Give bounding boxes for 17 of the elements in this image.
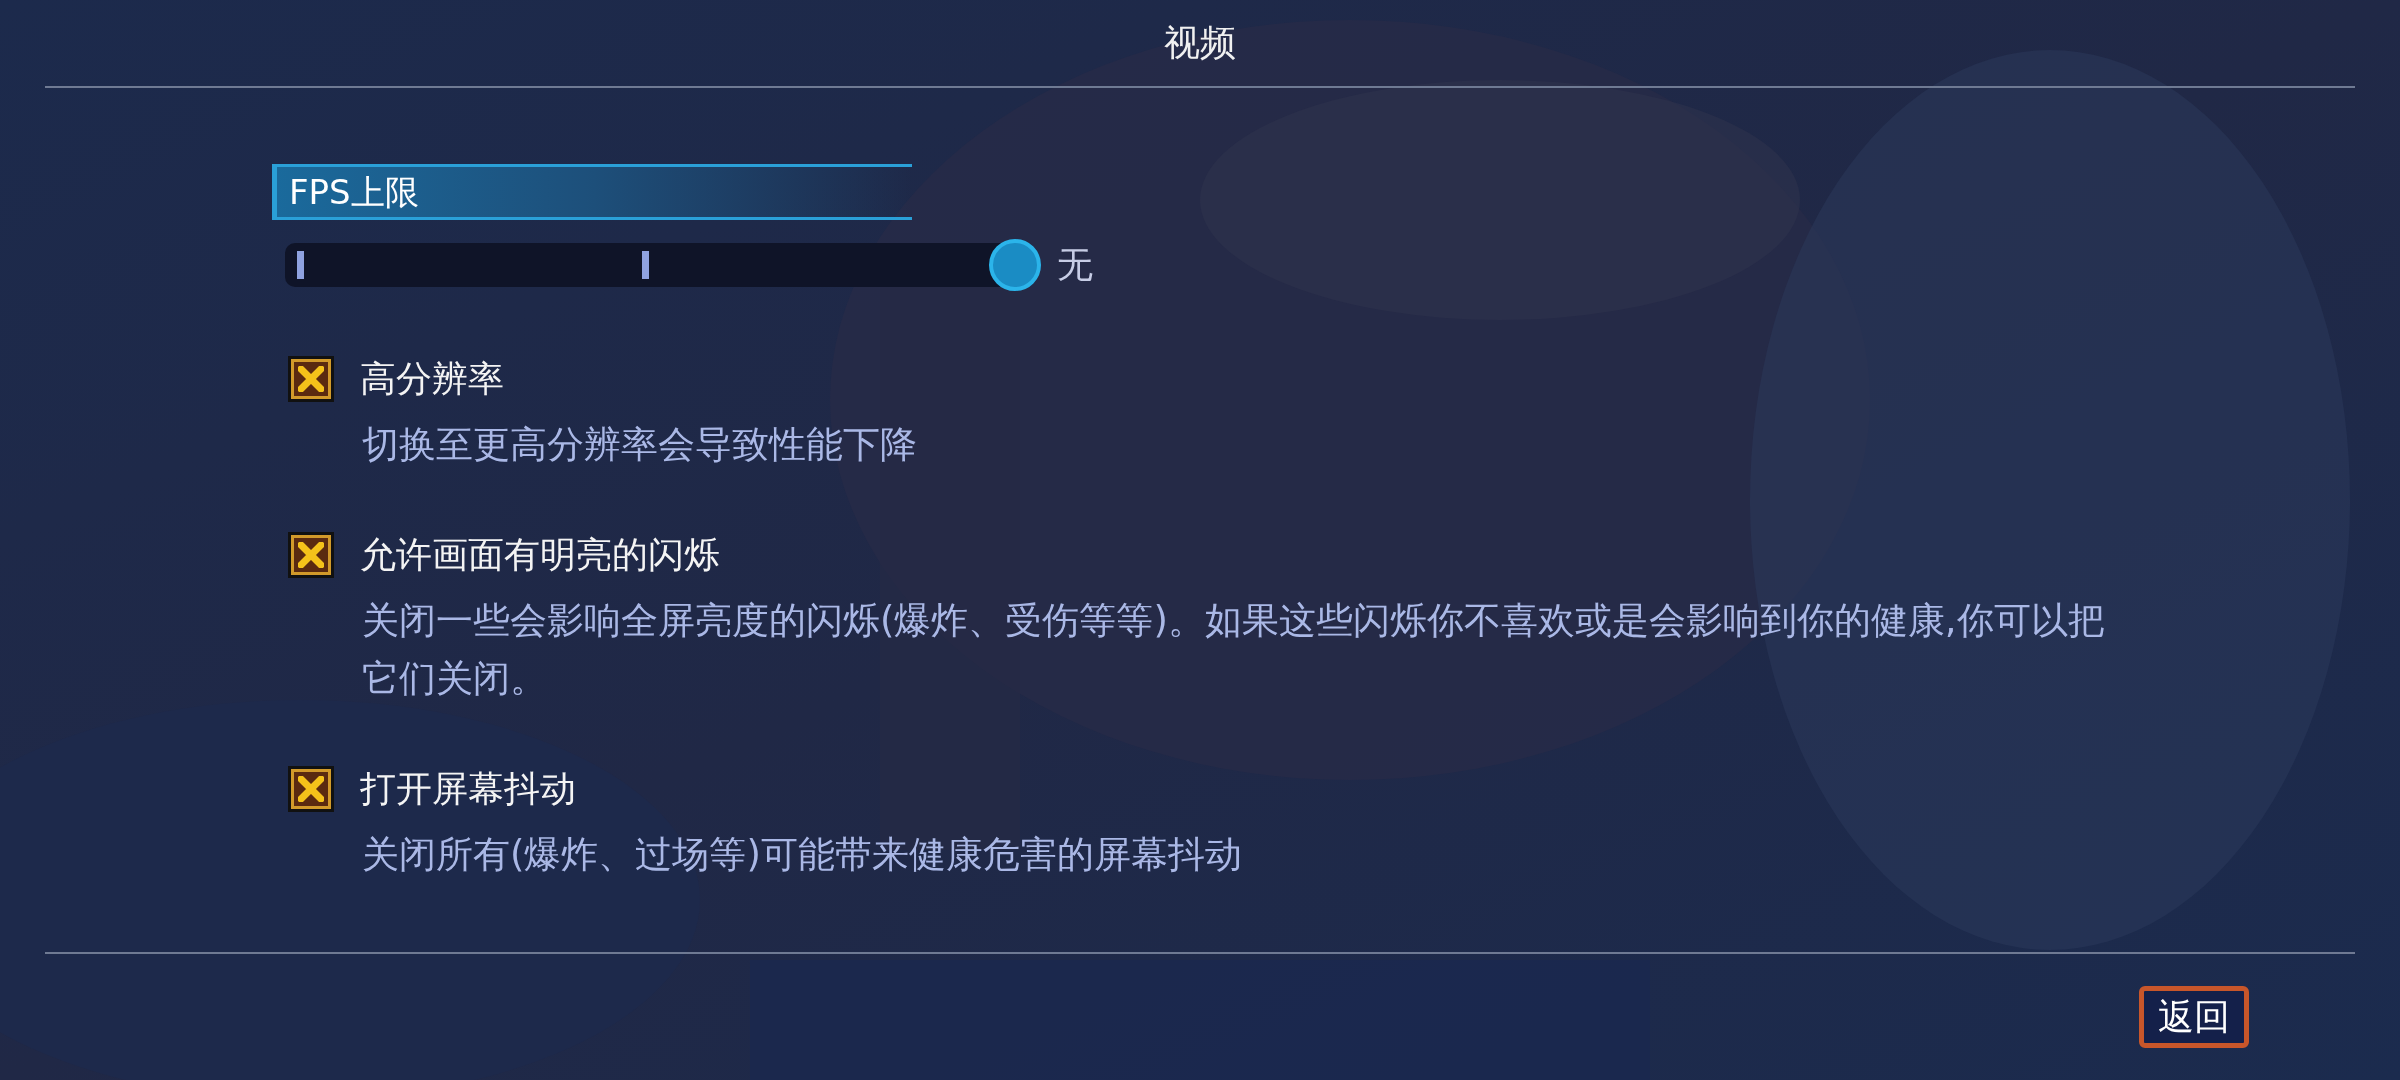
back-button[interactable]: 返回 bbox=[2139, 986, 2249, 1048]
cross-icon bbox=[298, 366, 324, 392]
checkbox[interactable] bbox=[288, 532, 334, 578]
option-description: 切换至更高分辨率会导致性能下降 bbox=[362, 422, 918, 468]
option-label: 高分辨率 bbox=[360, 357, 504, 401]
cross-icon bbox=[298, 542, 324, 568]
option-label: 允许画面有明亮的闪烁 bbox=[360, 533, 720, 577]
checkbox[interactable] bbox=[288, 356, 334, 402]
option-label: 打开屏幕抖动 bbox=[360, 767, 576, 811]
setting-label: FPS上限 bbox=[289, 170, 419, 214]
checkbox[interactable] bbox=[288, 766, 334, 812]
slider[interactable] bbox=[285, 239, 1041, 291]
page-title: 视频 bbox=[1164, 21, 1236, 65]
option-description: 关闭一些会影响全屏亮度的闪烁(爆炸、受伤等等)。如果这些闪烁你不喜欢或是会影响到你的健康,你可以把它们关闭。 bbox=[362, 598, 2106, 702]
slider-value: 无 bbox=[1057, 243, 1093, 287]
option-description: 关闭所有(爆炸、过场等)可能带来健康危害的屏幕抖动 bbox=[362, 832, 1243, 878]
cross-icon bbox=[298, 776, 324, 802]
